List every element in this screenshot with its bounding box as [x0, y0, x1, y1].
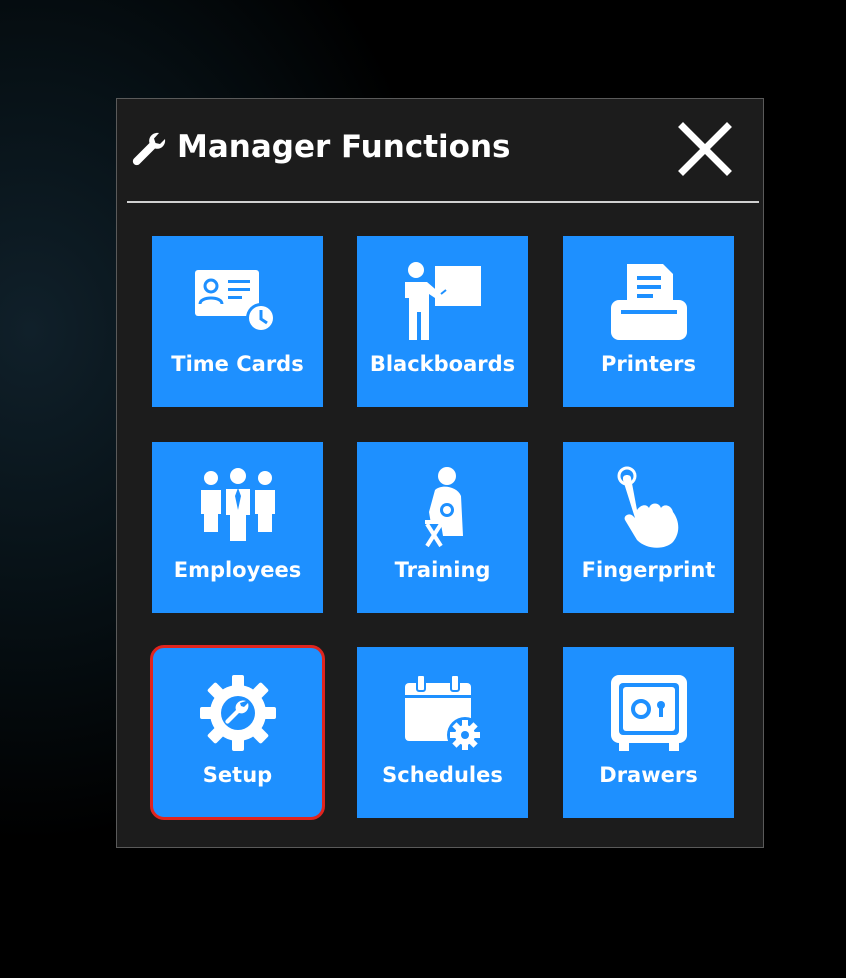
dialog-title: Manager Functions: [177, 129, 511, 165]
employees-button[interactable]: Employees: [152, 442, 323, 613]
tile-label: Fingerprint: [581, 558, 716, 582]
tile-label: Setup: [202, 763, 273, 787]
blackboard-icon: [357, 258, 528, 346]
printers-button[interactable]: Printers: [563, 236, 734, 407]
tile-label: Time Cards: [171, 352, 304, 376]
fingerprint-touch-icon: [563, 464, 734, 552]
manager-functions-dialog: Manager Functions Time Cards Blackboards…: [116, 98, 764, 848]
tile-label: Employees: [173, 558, 302, 582]
schedule-calendar-icon: [357, 669, 528, 757]
tile-label: Blackboards: [369, 352, 516, 376]
time-cards-button[interactable]: Time Cards: [152, 236, 323, 407]
setup-button[interactable]: Setup: [150, 645, 325, 820]
tile-label: Drawers: [599, 763, 698, 787]
blackboards-button[interactable]: Blackboards: [357, 236, 528, 407]
tile-label: Training: [394, 558, 491, 582]
schedules-button[interactable]: Schedules: [357, 647, 528, 818]
drawers-button[interactable]: Drawers: [563, 647, 734, 818]
training-button[interactable]: Training: [357, 442, 528, 613]
wrench-icon: [132, 132, 166, 166]
tile-label: Printers: [600, 352, 697, 376]
fingerprint-button[interactable]: Fingerprint: [563, 442, 734, 613]
training-icon: [357, 464, 528, 552]
time-card-icon: [152, 258, 323, 346]
header-divider: [127, 201, 759, 203]
dialog-header: Manager Functions: [117, 99, 763, 203]
setup-gear-icon: [152, 669, 323, 757]
employees-icon: [152, 464, 323, 552]
close-icon[interactable]: [675, 121, 735, 177]
printer-icon: [563, 258, 734, 346]
screen-background: Manager Functions Time Cards Blackboards…: [0, 0, 846, 978]
tile-label: Schedules: [382, 763, 503, 787]
safe-drawer-icon: [563, 669, 734, 757]
